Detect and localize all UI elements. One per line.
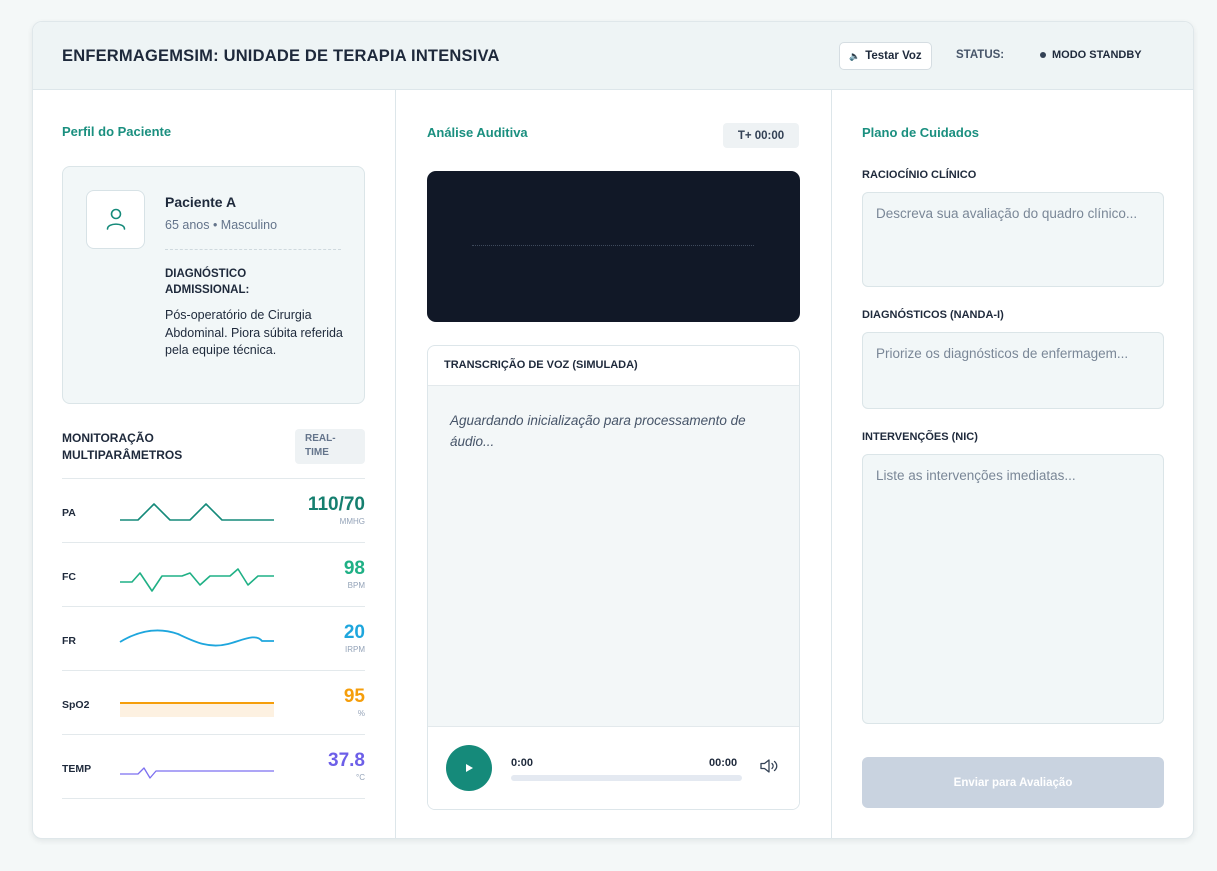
spo2-waveform (120, 702, 274, 717)
reasoning-label: RACIOCÍNIO CLÍNICO (862, 169, 977, 181)
vital-unit: BPM (347, 581, 365, 590)
vital-unit: % (357, 709, 365, 718)
vital-value: 110/70 (307, 494, 365, 515)
patient-section-title: Perfil do Paciente (62, 124, 172, 139)
vital-row-pa: PA 110/70 MMHG (62, 479, 365, 543)
waveform-flatline (472, 245, 754, 246)
diagnosis-text: Pós-operatório de Cirurgia Abdominal. Pi… (165, 308, 343, 357)
diagnosis-label: DIAGNÓSTICO ADMISSIONAL: (165, 268, 250, 296)
vital-value: 37.8 (328, 750, 365, 771)
current-time: 0:00 (511, 757, 534, 769)
vital-label: SpO2 (62, 699, 90, 711)
timer-badge: T+ 00:00 (723, 123, 799, 148)
fc-waveform (120, 568, 274, 592)
status-value: MODO STANDBY (1052, 49, 1142, 61)
patient-divider (165, 249, 341, 250)
temp-waveform (120, 767, 274, 779)
test-voice-label: Testar Voz (865, 50, 922, 62)
app-window: ENFERMAGEMSIM: UNIDADE DE TERAPIA INTENS… (32, 21, 1194, 839)
fr-waveform (119, 629, 274, 647)
vital-row-temp: TEMP 37.8 °C (62, 735, 365, 799)
test-voice-button[interactable]: 🔈 Testar Voz (839, 42, 932, 70)
vital-unit: IRPM (345, 645, 365, 654)
care-plan-column: Plano de Cuidados RACIOCÍNIO CLÍNICO DIA… (832, 90, 1193, 838)
audio-column: Análise Auditiva T+ 00:00 TRANSCRIÇÃO DE… (396, 90, 832, 838)
play-icon (466, 764, 473, 772)
vital-value: 95 (343, 686, 365, 707)
vital-label: FC (62, 571, 76, 583)
vital-value: 98 (343, 558, 365, 579)
patient-details: 65 anos • Masculino (165, 218, 278, 232)
pa-waveform (120, 503, 274, 521)
monitor-title: MONITORAÇÃO MULTIPARÂMETROS (62, 431, 183, 462)
play-button[interactable] (446, 745, 492, 791)
status-badge: MODO STANDBY (1040, 49, 1142, 61)
vital-label: PA (62, 507, 76, 519)
submit-button[interactable]: Enviar para Avaliação (862, 757, 1164, 808)
transcript-text: Aguardando inicialização para processame… (428, 386, 799, 726)
app-title: ENFERMAGEMSIM: UNIDADE DE TERAPIA INTENS… (62, 47, 500, 65)
audio-section-title: Análise Auditiva (427, 125, 528, 140)
user-icon (106, 208, 125, 230)
care-plan-section-title: Plano de Cuidados (862, 125, 980, 140)
vital-row-spo2: SpO2 95 % (62, 671, 365, 735)
transcript-title: TRANSCRIÇÃO DE VOZ (SIMULADA) (428, 346, 799, 386)
volume-button[interactable] (759, 757, 781, 775)
interventions-field[interactable] (862, 454, 1164, 724)
patient-name: Paciente A (165, 194, 237, 210)
vital-value: 20 (343, 622, 365, 643)
reasoning-field[interactable] (862, 192, 1164, 287)
diagnoses-field[interactable] (862, 332, 1164, 409)
transcript-panel: TRANSCRIÇÃO DE VOZ (SIMULADA) Aguardando… (427, 345, 800, 810)
vital-unit: °C (356, 773, 365, 782)
header: ENFERMAGEMSIM: UNIDADE DE TERAPIA INTENS… (33, 22, 1193, 90)
vital-unit: MMHG (339, 517, 365, 526)
audio-player: 0:00 00:00 (428, 726, 799, 809)
avatar (86, 190, 145, 249)
vital-label: TEMP (62, 763, 92, 775)
patient-card: Paciente A 65 anos • Masculino DIAGNÓSTI… (62, 166, 365, 404)
interventions-label: INTERVENÇÕES (NIC) (862, 431, 978, 443)
patient-column: Perfil do Paciente Paciente A 65 anos • … (33, 90, 396, 838)
audio-progress-bar[interactable] (511, 775, 742, 781)
vital-row-fr: FR 20 IRPM (62, 607, 365, 671)
status-label: STATUS: (956, 49, 1005, 61)
vital-label: FR (62, 635, 76, 647)
audio-waveform-display (427, 171, 800, 322)
vital-row-fc: FC 98 BPM (62, 543, 365, 607)
duration: 00:00 (709, 757, 738, 769)
speaker-icon: 🔈 (849, 50, 861, 61)
volume-icon (760, 759, 778, 773)
realtime-badge: REAL-TIME (295, 429, 365, 464)
status-dot-icon (1040, 52, 1046, 58)
diagnoses-label: DIAGNÓSTICOS (NANDA-I) (862, 309, 1004, 321)
